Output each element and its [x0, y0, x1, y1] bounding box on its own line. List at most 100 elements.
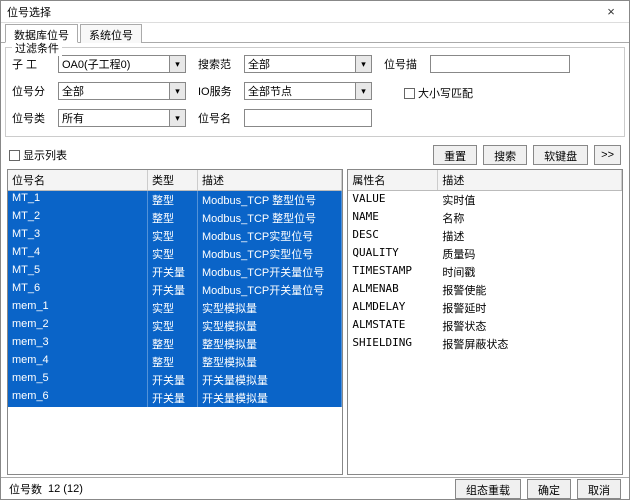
table-row[interactable]: VALUE实时值	[348, 191, 622, 209]
table-row[interactable]: mem_2实型实型模拟量	[8, 317, 342, 335]
label-tag-type: 位号类	[12, 110, 54, 126]
checkbox-box-icon	[9, 150, 20, 161]
cell-attr: ALMENAB	[348, 281, 438, 299]
tag-list-body[interactable]: MT_1整型Modbus_TCP 整型位号MT_2整型Modbus_TCP 整型…	[8, 191, 342, 474]
ok-button[interactable]: 确定	[527, 479, 571, 499]
search-button[interactable]: 搜索	[483, 145, 527, 165]
cell-attr: SHIELDING	[348, 335, 438, 353]
chevron-down-icon[interactable]: ▾	[355, 83, 371, 99]
cell-desc: 实型模拟量	[198, 317, 342, 335]
cell-name: MT_6	[8, 281, 148, 299]
combo-search-scope-input[interactable]	[245, 56, 355, 72]
combo-tag-type[interactable]: ▾	[58, 109, 186, 127]
cell-type: 实型	[148, 299, 198, 317]
table-row[interactable]: NAME名称	[348, 209, 622, 227]
table-row[interactable]: mem_5开关量开关量模拟量	[8, 371, 342, 389]
combo-tag-group-input[interactable]	[59, 83, 169, 99]
label-tag-group: 位号分	[12, 83, 54, 99]
attr-list-pane: 属性名 描述 VALUE实时值NAME名称DESC描述QUALITY质量码TIM…	[347, 169, 623, 475]
status-count-label: 位号数	[9, 481, 42, 497]
cell-name: mem_1	[8, 299, 148, 317]
table-row[interactable]: mem_3整型整型模拟量	[8, 335, 342, 353]
table-row[interactable]: ALMENAB报警使能	[348, 281, 622, 299]
table-row[interactable]: TIMESTAMP时间戳	[348, 263, 622, 281]
col-header-adesc[interactable]: 描述	[438, 170, 622, 190]
label-search-scope: 搜索范	[198, 56, 240, 72]
checkbox-show-list[interactable]: 显示列表	[9, 147, 67, 163]
filter-legend: 过滤条件	[12, 40, 62, 56]
input-tag-desc[interactable]	[430, 55, 570, 73]
chevron-down-icon[interactable]: ▾	[169, 110, 185, 126]
titlebar: 位号选择 ×	[1, 1, 629, 23]
table-row[interactable]: MT_2整型Modbus_TCP 整型位号	[8, 209, 342, 227]
combo-subproject-input[interactable]	[59, 56, 169, 72]
dialog-window: 位号选择 × 数据库位号 系统位号 过滤条件 子 工 ▾ 位号分	[0, 0, 630, 500]
table-row[interactable]: SHIELDING报警屏蔽状态	[348, 335, 622, 353]
cell-type: 整型	[148, 353, 198, 371]
cell-name: MT_3	[8, 227, 148, 245]
attr-list-header: 属性名 描述	[348, 170, 622, 191]
status-count-value: 12 (12)	[48, 483, 83, 495]
cell-name: MT_2	[8, 209, 148, 227]
cell-adesc: 实时值	[438, 191, 622, 209]
table-row[interactable]: DESC描述	[348, 227, 622, 245]
table-row[interactable]: MT_6开关量Modbus_TCP开关量位号	[8, 281, 342, 299]
cell-desc: Modbus_TCP开关量位号	[198, 263, 342, 281]
table-row[interactable]: mem_4整型整型模拟量	[8, 353, 342, 371]
label-tag-name: 位号名	[198, 110, 240, 126]
combo-io-service[interactable]: ▾	[244, 82, 372, 100]
cell-name: mem_4	[8, 353, 148, 371]
table-row[interactable]: MT_4实型Modbus_TCP实型位号	[8, 245, 342, 263]
chevron-down-icon[interactable]: ▾	[355, 56, 371, 72]
cell-type: 实型	[148, 317, 198, 335]
cell-desc: Modbus_TCP实型位号	[198, 227, 342, 245]
combo-search-scope[interactable]: ▾	[244, 55, 372, 73]
cell-type: 实型	[148, 245, 198, 263]
tab-system-tag[interactable]: 系统位号	[80, 24, 142, 43]
table-row[interactable]: mem_6开关量开关量模拟量	[8, 389, 342, 407]
cancel-button[interactable]: 取消	[577, 479, 621, 499]
reset-button[interactable]: 重置	[433, 145, 477, 165]
label-subproject: 子 工	[12, 56, 54, 72]
input-tag-name[interactable]	[244, 109, 372, 127]
col-header-attr[interactable]: 属性名	[348, 170, 438, 190]
col-header-name[interactable]: 位号名	[8, 170, 148, 190]
cell-adesc: 名称	[438, 209, 622, 227]
col-header-desc[interactable]: 描述	[198, 170, 342, 190]
label-io-service: IO服务	[198, 83, 240, 99]
table-row[interactable]: MT_3实型Modbus_TCP实型位号	[8, 227, 342, 245]
col-header-type[interactable]: 类型	[148, 170, 198, 190]
combo-subproject[interactable]: ▾	[58, 55, 186, 73]
table-row[interactable]: MT_1整型Modbus_TCP 整型位号	[8, 191, 342, 209]
attr-list-body[interactable]: VALUE实时值NAME名称DESC描述QUALITY质量码TIMESTAMP时…	[348, 191, 622, 474]
cell-attr: ALMDELAY	[348, 299, 438, 317]
reload-config-button[interactable]: 组态重载	[455, 479, 521, 499]
cell-adesc: 报警屏蔽状态	[438, 335, 622, 353]
cell-name: mem_5	[8, 371, 148, 389]
cell-desc: 整型模拟量	[198, 335, 342, 353]
filter-groupbox: 过滤条件 子 工 ▾ 位号分 ▾ 位号	[5, 47, 625, 137]
tab-strip: 数据库位号 系统位号	[1, 23, 629, 43]
cell-type: 开关量	[148, 281, 198, 299]
cell-adesc: 报警使能	[438, 281, 622, 299]
chevron-down-icon[interactable]: ▾	[169, 83, 185, 99]
tag-list-pane: 位号名 类型 描述 MT_1整型Modbus_TCP 整型位号MT_2整型Mod…	[7, 169, 343, 475]
checkbox-case-sensitive[interactable]: 大小写匹配	[404, 85, 473, 101]
combo-tag-type-input[interactable]	[59, 110, 169, 126]
table-row[interactable]: QUALITY质量码	[348, 245, 622, 263]
window-title: 位号选择	[7, 4, 599, 20]
table-row[interactable]: ALMDELAY报警延时	[348, 299, 622, 317]
more-button[interactable]: >>	[594, 145, 621, 165]
table-row[interactable]: ALMSTATE报警状态	[348, 317, 622, 335]
close-icon[interactable]: ×	[599, 4, 623, 19]
cell-name: MT_5	[8, 263, 148, 281]
cell-type: 整型	[148, 209, 198, 227]
cell-attr: TIMESTAMP	[348, 263, 438, 281]
combo-io-service-input[interactable]	[245, 83, 355, 99]
combo-tag-group[interactable]: ▾	[58, 82, 186, 100]
soft-keyboard-button[interactable]: 软键盘	[533, 145, 588, 165]
table-row[interactable]: MT_5开关量Modbus_TCP开关量位号	[8, 263, 342, 281]
table-row[interactable]: mem_1实型实型模拟量	[8, 299, 342, 317]
chevron-down-icon[interactable]: ▾	[169, 56, 185, 72]
toolbar: 显示列表 重置 搜索 软键盘 >>	[1, 141, 629, 169]
